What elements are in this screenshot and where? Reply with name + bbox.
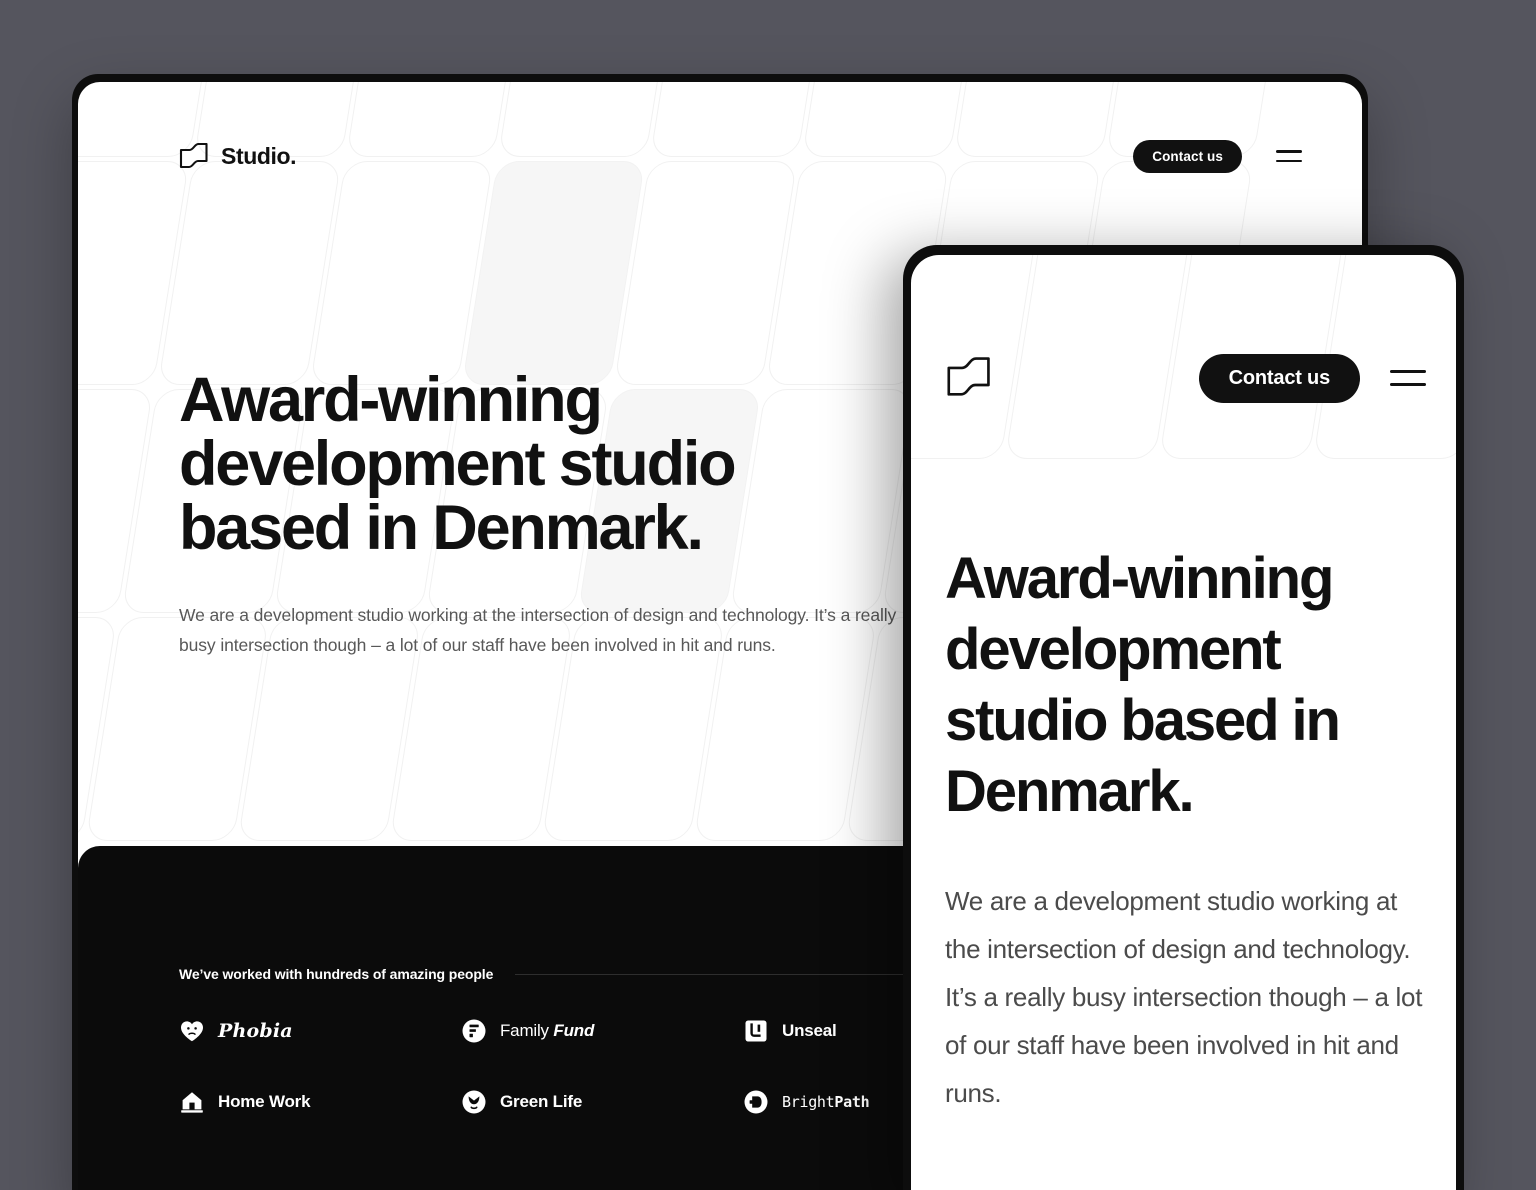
unseal-square-icon [743,1018,769,1044]
client-logo-green-life[interactable]: Green Life [461,1089,743,1115]
client-name: Home Work [218,1092,311,1111]
hamburger-menu-icon[interactable] [1276,147,1302,165]
hamburger-menu-icon[interactable] [1390,366,1426,390]
brand-logo[interactable]: Studio. [179,142,297,170]
client-name-regular: Bright [782,1093,835,1111]
studio-ribbon-logo-icon[interactable] [945,357,993,399]
client-logo-family-fund[interactable]: Family Fund [461,1018,743,1044]
studio-ribbon-logo-icon [179,142,209,170]
desktop-hero-paragraph: We are a development studio working at t… [179,605,897,655]
contact-us-button[interactable]: Contact us [1198,353,1360,403]
house-icon [179,1089,205,1115]
heading-line-4: Denmark. [945,759,1195,824]
client-logo-phobia[interactable]: Phobia [179,1018,461,1044]
heading-line-2: development [945,617,1282,682]
mobile-hero-paragraph: We are a development studio working at t… [945,886,1423,1108]
hamburger-line [1276,150,1302,153]
brightpath-circle-icon [743,1089,769,1115]
heading-line-1: Award-winning [945,546,1334,611]
heading-line-1: Award-winning [179,365,603,435]
mobile-header: Contact us [945,353,1426,403]
desktop-header: Studio. Contact us [179,134,1302,178]
client-logo-home-work[interactable]: Home Work [179,1089,461,1115]
client-name: Phobia [218,1020,293,1042]
brand-name: Studio. [221,142,297,169]
tulip-circle-icon [461,1089,487,1115]
family-fund-circle-icon [461,1018,487,1044]
heading-line-3: studio based in [945,688,1341,753]
client-name-bold: Path [834,1093,870,1111]
hamburger-line [1390,383,1426,386]
client-name: BrightPath [782,1093,870,1111]
client-name-regular: Family [500,1021,554,1040]
mobile-page-title: Award-winning development studio based i… [945,543,1415,827]
hamburger-line [1276,159,1302,162]
desktop-hero: Award-winning development studio based i… [179,368,939,660]
mobile-hero: Award-winning development studio based i… [945,543,1422,1117]
mobile-nav: Contact us [1198,353,1426,403]
sad-heart-icon [179,1018,205,1044]
desktop-nav: Contact us [1133,139,1302,173]
mobile-screen: Contact us Award-winning development stu… [911,255,1456,1190]
mobile-device-frame: Contact us Award-winning development stu… [903,245,1464,1190]
client-name-bold: Fund [553,1021,595,1040]
heading-line-3: based in Denmark. [179,493,704,563]
screenshot-stage: Studio. Contact us Award-winning develop… [0,0,1536,1190]
desktop-page-title: Award-winning development studio based i… [179,368,939,560]
hamburger-line [1390,370,1426,373]
client-name: Unseal [782,1021,837,1040]
clients-label: We’ve worked with hundreds of amazing pe… [179,966,494,982]
contact-us-button[interactable]: Contact us [1133,139,1242,173]
client-name: Family Fund [500,1021,594,1041]
client-name: Green Life [500,1092,583,1111]
heading-line-2: development studio [179,429,737,499]
